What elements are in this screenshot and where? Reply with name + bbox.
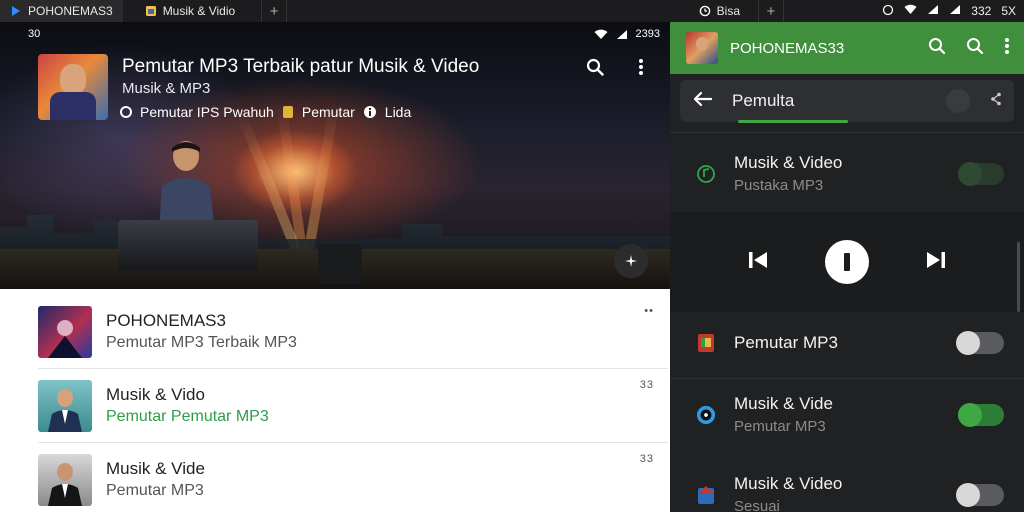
new-tab-button-2[interactable]: + (758, 0, 784, 22)
search-icon[interactable] (928, 37, 946, 60)
app-title: POHONEMAS33 (730, 39, 845, 57)
track-meta: 33 (639, 453, 654, 465)
setting-row[interactable]: Pemutar MP3 (670, 318, 1024, 368)
track-title: POHONEMAS3 (106, 310, 226, 330)
circle-icon (120, 106, 132, 118)
setting-title: Musik & Vide (734, 393, 833, 413)
app-icon-blue (696, 485, 716, 505)
setting-subtitle: Pemutar MP3 (734, 417, 826, 435)
setting-subtitle: Sesuai (734, 497, 780, 512)
disc-icon (696, 405, 716, 425)
back-arrow-icon[interactable] (692, 91, 713, 112)
tab-label: Bisa (716, 4, 740, 18)
list-item[interactable]: POHONEMAS3 Pemutar MP3 Terbaik MP3 •• (38, 295, 668, 369)
album-art (38, 54, 108, 120)
meta-lida[interactable]: Lida (385, 104, 411, 120)
status-left: 30 (28, 28, 41, 40)
tab-pohonemas3[interactable]: POHONEMAS3 (0, 0, 123, 22)
now-playing-subtitle: Pustaka MP3 (734, 176, 824, 194)
app-bar: POHONEMAS33 (670, 22, 1024, 74)
meta-category[interactable]: Pemutar (302, 104, 355, 120)
track-thumbnail (38, 305, 92, 358)
tab-label: POHONEMAS3 (28, 4, 113, 18)
search-icon-2[interactable] (966, 37, 984, 60)
hero-actions (584, 56, 652, 78)
browser-tab-strip: POHONEMAS3 Musik & Vidio + Bisa + (0, 0, 1024, 22)
pause-icon (844, 253, 850, 271)
sparkle-icon (625, 255, 637, 267)
setting-row[interactable]: Musik & Video Sesuai (670, 470, 1024, 512)
dj-desk (118, 220, 258, 270)
wifi-icon (594, 29, 608, 39)
image-icon (145, 5, 157, 17)
list-item[interactable]: Musik & Vido Pemutar Pemutar MP3 33 (38, 369, 668, 443)
hero-subtitle: Musik & MP3 (122, 80, 211, 97)
tab-musik-video[interactable]: Musik & Vidio (135, 0, 245, 22)
settings-pane: POHONEMAS33 Pemulta Musik & Video Pustak… (670, 22, 1024, 512)
now-playing-row[interactable]: Musik & Video Pustaka MP3 (670, 146, 1024, 202)
search-input[interactable]: Pemulta (732, 91, 926, 111)
meta-source[interactable]: Pemutar IPS Pwahuh (140, 104, 274, 120)
tab-bisa[interactable]: Bisa (689, 0, 750, 22)
placeholder-circle (946, 89, 970, 113)
search-indicator (738, 120, 848, 123)
track-title: Musik & Vido (106, 384, 205, 404)
hero-banner: 30 2393 Pemutar MP3 Terbaik patur Musik … (0, 22, 670, 289)
wifi-icon (904, 4, 917, 18)
list-item[interactable]: Musik & Vide Pemutar MP3 33 (38, 443, 668, 512)
search-icon[interactable] (584, 56, 606, 78)
music-note-icon (696, 164, 716, 184)
share-icon[interactable] (990, 92, 1002, 111)
more-vert-icon[interactable] (630, 56, 652, 78)
track-subtitle: Pemutar MP3 (106, 482, 204, 499)
scrollbar[interactable] (1017, 242, 1020, 312)
more-vert-icon[interactable] (1004, 37, 1010, 60)
track-title: Musik & Vide (106, 459, 205, 478)
track-meta: 33 (639, 379, 654, 391)
player-controls (670, 212, 1024, 312)
track-thumbnail (38, 454, 92, 506)
pause-button[interactable] (825, 240, 869, 284)
app-logo-icon (10, 5, 22, 17)
hero-title: Pemutar MP3 Terbaik patur Musik & Video (122, 56, 480, 77)
divider (670, 132, 1024, 133)
track-thumbnail (38, 379, 92, 432)
hero-meta: Pemutar IPS Pwahuh Pemutar Lida (120, 104, 411, 120)
now-playing-toggle[interactable] (958, 162, 1004, 186)
inner-status-bar: 30 2393 (28, 26, 660, 42)
alarm-icon (882, 4, 894, 19)
app-icon-red (696, 333, 716, 353)
skip-next-icon[interactable] (925, 249, 947, 276)
setting-toggle[interactable] (958, 403, 1004, 427)
now-playing-title: Musik & Video (734, 152, 843, 172)
badge-icon (282, 106, 293, 118)
clock-icon (699, 5, 711, 17)
info-icon (363, 106, 376, 118)
setting-toggle[interactable] (956, 483, 1004, 507)
media-detail-pane: 30 2393 Pemutar MP3 Terbaik patur Musik … (0, 22, 670, 512)
signal-icon (927, 4, 939, 18)
setting-toggle[interactable] (956, 331, 1004, 355)
search-bar[interactable]: Pemulta (680, 80, 1014, 122)
speaker (318, 244, 362, 284)
skip-previous-icon[interactable] (747, 249, 769, 276)
signal-icon (616, 29, 627, 39)
system-status-bar: 332 5X (882, 0, 1016, 22)
track-subtitle: Pemutar Pemutar MP3 (106, 407, 269, 425)
battery-icon (949, 4, 961, 18)
setting-row[interactable]: Musik & Vide Pemutar MP3 (670, 390, 1024, 440)
sparkle-fab-button[interactable] (614, 244, 648, 278)
setting-title: Musik & Video (734, 473, 843, 493)
avatar[interactable] (686, 32, 718, 64)
divider (670, 378, 1024, 379)
setting-title: Pemutar MP3 (734, 333, 838, 352)
new-tab-button[interactable]: + (261, 0, 288, 22)
track-list: POHONEMAS3 Pemutar MP3 Terbaik MP3 •• Mu… (0, 289, 670, 512)
system-extra: 5X (1001, 4, 1016, 18)
system-time: 332 (971, 4, 992, 18)
track-meta: •• (644, 305, 654, 317)
tab-label: Musik & Vidio (162, 4, 236, 18)
track-subtitle: Pemutar MP3 Terbaik MP3 (106, 333, 297, 351)
status-right: 2393 (635, 28, 660, 40)
